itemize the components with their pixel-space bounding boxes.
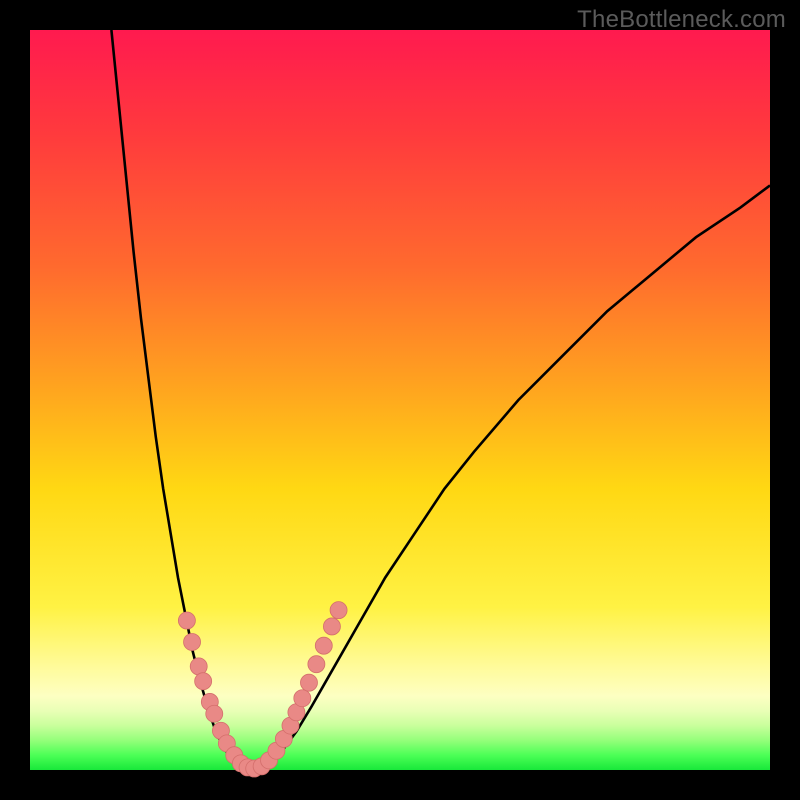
data-marker xyxy=(190,658,207,675)
data-marker xyxy=(315,637,332,654)
chart-frame: TheBottleneck.com xyxy=(0,0,800,800)
bottleneck-curve xyxy=(30,30,770,770)
plot-area xyxy=(30,30,770,770)
data-marker xyxy=(323,618,340,635)
data-marker xyxy=(206,705,223,722)
data-marker xyxy=(184,633,201,650)
curve-line xyxy=(111,30,770,769)
data-marker xyxy=(195,673,212,690)
data-marker xyxy=(294,690,311,707)
data-marker xyxy=(308,656,325,673)
data-marker xyxy=(330,602,347,619)
data-marker xyxy=(178,612,195,629)
data-marker xyxy=(300,674,317,691)
